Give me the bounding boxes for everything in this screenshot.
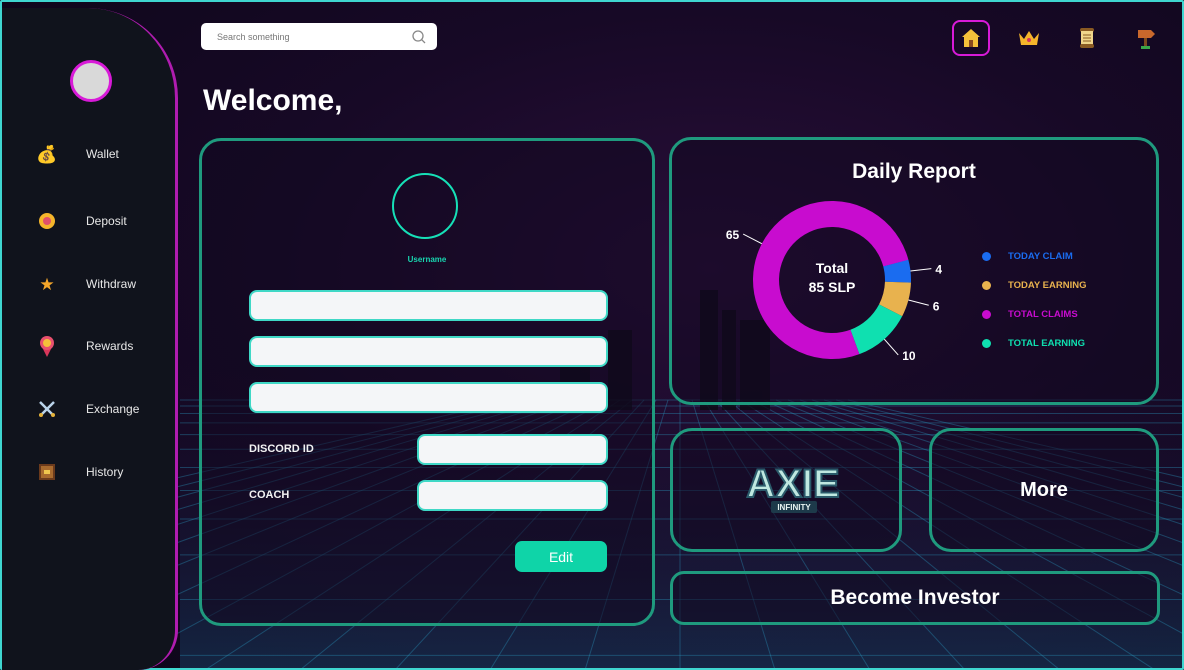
search-icon[interactable] [411,29,427,45]
sidebar-item-wallet[interactable]: 💰 Wallet [36,141,119,167]
chart-legend: TODAY CLAIM TODAY EARNING TOTAL CLAIMS T… [982,242,1086,358]
sidebar-item-label: Exchange [86,402,140,416]
sidebar-item-label: Withdraw [86,277,137,291]
profile-field-3 [249,382,608,413]
profile-input-2[interactable] [251,338,606,365]
donut-chart: 4 6 10 65 Total 85 SLP [726,201,942,363]
medal-icon [36,335,58,357]
svg-text:INFINITY: INFINITY [777,503,811,512]
signpost-icon[interactable] [1126,20,1164,56]
sidebar: 💰 Wallet Deposit ★ Withdraw Rewards Exch… [2,8,178,670]
welcome-heading: Welcome, [203,84,343,117]
leader-line [908,299,929,306]
legend-item: TOTAL CLAIMS [982,300,1086,329]
legend-dot [982,339,991,348]
sidebar-item-label: Rewards [86,339,134,353]
investor-label: Become Investor [830,586,1000,609]
data-label: 65 [726,228,740,242]
search-bar [201,23,437,50]
top-nav [952,20,1164,56]
home-icon[interactable] [952,20,990,56]
edit-button[interactable]: Edit [515,541,607,572]
sidebar-item-rewards[interactable]: Rewards [36,333,133,359]
legend-dot [982,252,991,261]
user-avatar[interactable] [70,60,112,102]
crown-icon[interactable] [1010,20,1048,56]
legend-item: TODAY EARNING [982,271,1086,300]
profile-input-1[interactable] [251,292,606,319]
leader-line [883,338,899,356]
sidebar-item-history[interactable]: History [36,459,123,485]
axie-infinity-card[interactable]: AXIE INFINITY [670,428,902,552]
data-label: 10 [902,349,916,363]
chart-center-line2: 85 SLP [809,279,856,295]
sidebar-item-label: Wallet [86,147,119,161]
scroll-icon[interactable] [1068,20,1106,56]
profile-field-2 [249,336,608,367]
sidebar-item-label: Deposit [86,214,127,228]
legend-item: TOTAL EARNING [982,329,1086,358]
discord-id-field [417,434,608,465]
profile-field-1 [249,290,608,321]
more-label: More [1020,478,1068,501]
star-icon: ★ [39,274,55,294]
data-label: 4 [935,263,942,277]
svg-text:AXIE: AXIE [746,462,839,506]
sidebar-item-withdraw[interactable]: ★ Withdraw [36,271,136,297]
profile-card: Username DISCORD ID COACH Edit [199,138,655,626]
legend-dot [982,281,991,290]
profile-input-3[interactable] [251,384,606,411]
sidebar-item-label: History [86,465,124,479]
data-label: 6 [933,299,940,313]
more-button[interactable]: More [929,428,1159,552]
legend-dot [982,310,991,319]
legend-label: TOTAL EARNING [1008,338,1086,349]
search-input[interactable] [215,30,411,43]
discord-id-label: DISCORD ID [249,443,314,455]
daily-report-card: Daily Report 4 6 10 65 Total 85 SLP TODAY C… [669,137,1159,405]
coin-icon [36,210,58,232]
legend-item: TODAY CLAIM [982,242,1086,271]
axie-infinity-logo: AXIE INFINITY [745,461,841,513]
coach-field [417,480,608,511]
money-bag-icon: 💰 [36,144,58,164]
legend-label: TOTAL CLAIMS [1008,309,1078,320]
coach-label: COACH [249,489,290,501]
legend-label: TODAY CLAIM [1008,251,1073,262]
leader-line [742,233,763,245]
discord-id-input[interactable] [419,436,606,463]
book-icon [36,461,58,483]
legend-label: TODAY EARNING [1008,280,1087,291]
profile-avatar[interactable] [392,173,458,239]
become-investor-button[interactable]: Become Investor [670,571,1160,625]
coach-input[interactable] [419,482,606,509]
sidebar-item-deposit[interactable]: Deposit [36,208,127,234]
crossed-swords-icon [36,398,58,420]
chart-center-line1: Total [816,260,848,276]
username-label: Username [407,255,447,264]
leader-line [910,268,932,272]
sidebar-item-exchange[interactable]: Exchange [36,396,139,422]
